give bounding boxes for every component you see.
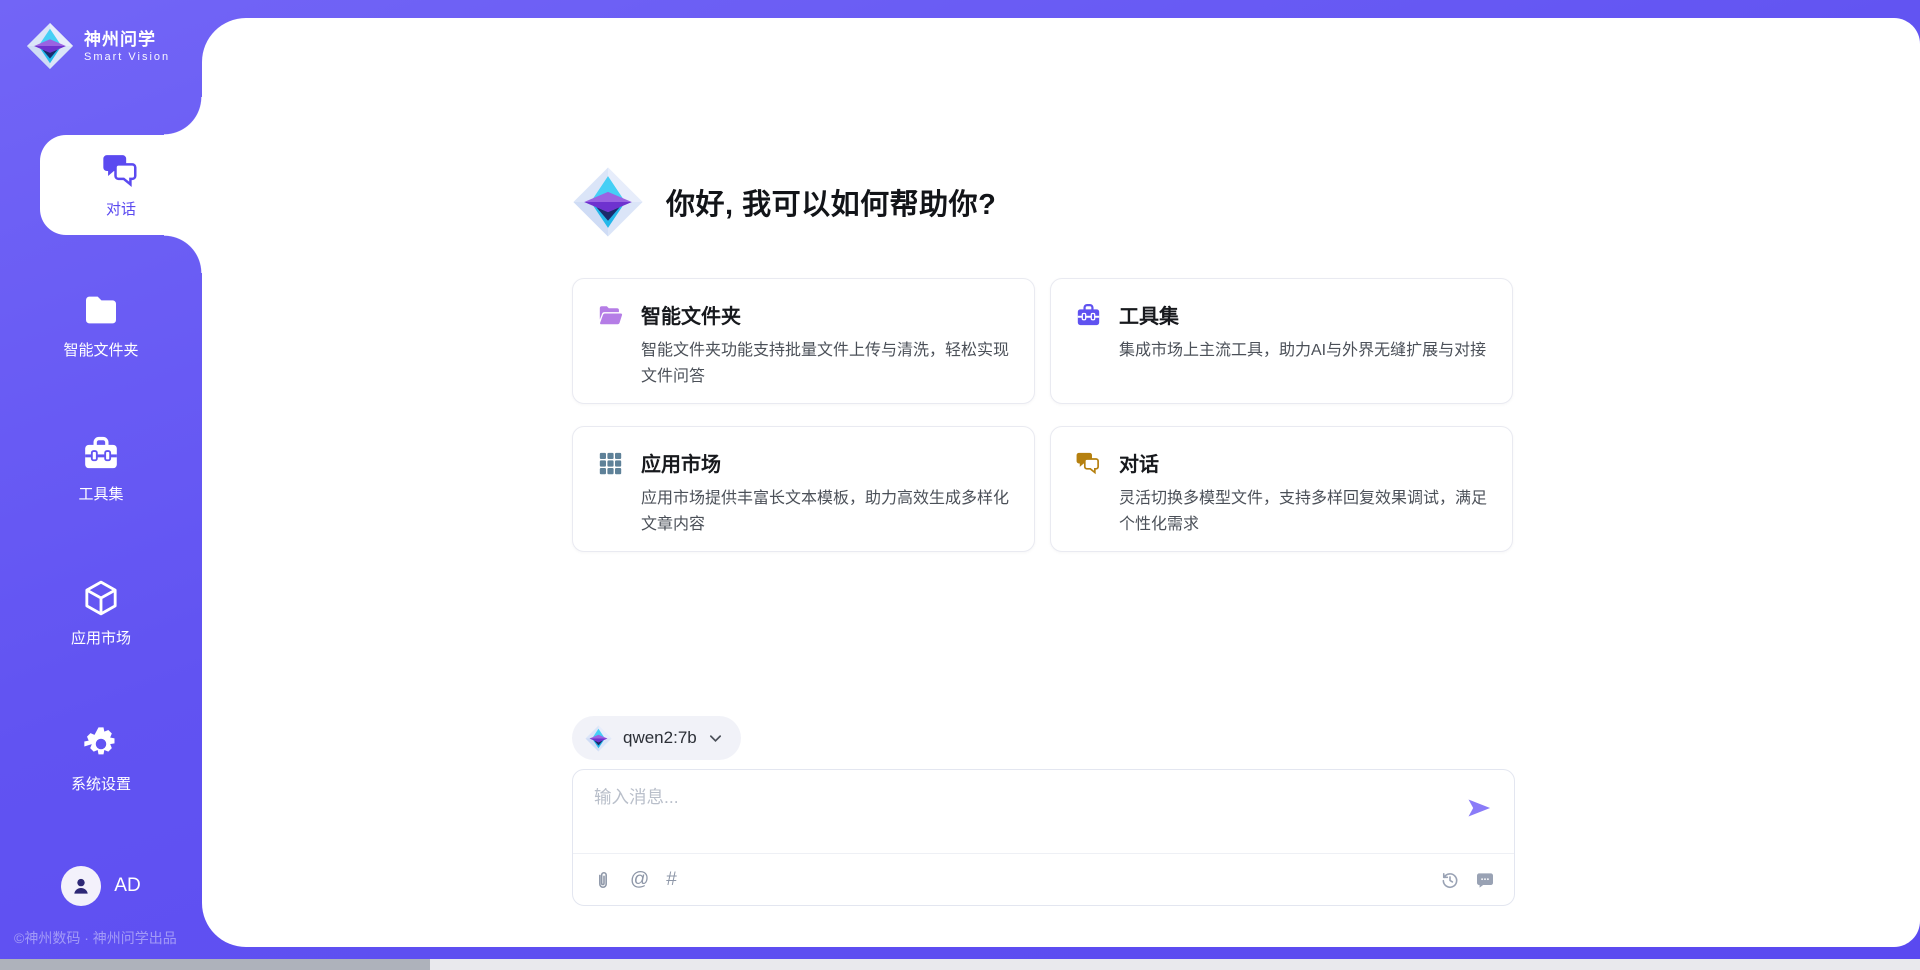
chat-bubbles-icon	[1075, 450, 1102, 477]
brand-name: 神州问学	[84, 29, 170, 50]
sidebar-item-label: 系统设置	[71, 773, 131, 794]
brand-subtitle: Smart Vision	[84, 51, 170, 63]
sidebar-item-app-market[interactable]: 应用市场	[0, 578, 202, 648]
person-icon	[69, 874, 93, 898]
attachment-icon[interactable]	[593, 870, 613, 890]
greeting-text: 你好, 我可以如何帮助你?	[666, 181, 996, 223]
card-description: 灵活切换多模型文件，支持多样回复效果调试，满足个性化需求	[1119, 486, 1488, 538]
hashtag-icon[interactable]: #	[666, 870, 677, 890]
assistant-diamond-icon	[572, 166, 644, 238]
sidebar: 神州问学 Smart Vision 对话 智能文件夹 工具集 应用市场 系统设置	[0, 0, 202, 970]
card-description: 智能文件夹功能支持批量文件上传与清洗，轻松实现文件问答	[641, 338, 1010, 390]
sidebar-item-label: 工具集	[78, 483, 123, 504]
message-composer: @ #	[572, 769, 1515, 906]
brand-diamond-icon	[26, 22, 74, 70]
app-window: 神州问学 Smart Vision 对话 智能文件夹 工具集 应用市场 系统设置	[0, 0, 1920, 970]
model-diamond-icon	[585, 725, 612, 752]
sidebar-item-label: 智能文件夹	[63, 339, 138, 360]
send-icon[interactable]	[1465, 794, 1493, 822]
toolbox-icon	[1075, 302, 1102, 329]
gear-icon	[81, 724, 121, 764]
message-input[interactable]	[594, 784, 1414, 844]
app-grid-icon	[597, 450, 624, 477]
card-title: 智能文件夹	[641, 300, 1010, 329]
model-name: qwen2:7b	[623, 728, 697, 748]
copyright-footer: ©神州数码 · 神州问学出品	[14, 928, 177, 948]
folder-open-icon	[597, 302, 624, 329]
conversation-icon[interactable]	[1475, 870, 1495, 890]
card-toolset[interactable]: 工具集 集成市场上主流工具，助力AI与外界无缝扩展与对接	[1050, 278, 1513, 404]
greeting-block: 你好, 我可以如何帮助你?	[572, 166, 1515, 238]
chevron-down-icon	[708, 731, 723, 746]
toolbox-icon	[81, 434, 121, 474]
card-description: 应用市场提供丰富长文本模板，助力高效生成多样化文章内容	[641, 486, 1010, 538]
card-smart-folder[interactable]: 智能文件夹 智能文件夹功能支持批量文件上传与清洗，轻松实现文件问答	[572, 278, 1035, 404]
sidebar-item-label: 对话	[106, 198, 136, 219]
user-account[interactable]: AD	[0, 866, 202, 906]
sidebar-item-smart-folder[interactable]: 智能文件夹	[0, 290, 202, 360]
horizontal-scrollbar[interactable]	[0, 959, 1920, 970]
card-title: 对话	[1119, 448, 1488, 477]
scrollbar-thumb[interactable]	[0, 959, 430, 970]
folder-icon	[81, 290, 121, 330]
sidebar-item-chat[interactable]: 对话	[40, 135, 202, 235]
brand-logo: 神州问学 Smart Vision	[26, 22, 170, 70]
sidebar-item-label: 应用市场	[71, 627, 131, 648]
history-icon[interactable]	[1440, 870, 1460, 890]
cube-icon	[81, 578, 121, 618]
card-app-market[interactable]: 应用市场 应用市场提供丰富长文本模板，助力高效生成多样化文章内容	[572, 426, 1035, 552]
sidebar-item-settings[interactable]: 系统设置	[0, 724, 202, 794]
chat-bubbles-icon	[101, 151, 141, 191]
feature-cards: 智能文件夹 智能文件夹功能支持批量文件上传与清洗，轻松实现文件问答 工具集 集成…	[572, 278, 1515, 552]
avatar	[61, 866, 101, 906]
mention-icon[interactable]: @	[630, 870, 649, 890]
sidebar-item-toolset[interactable]: 工具集	[0, 434, 202, 504]
main-panel: 你好, 我可以如何帮助你? 智能文件夹 智能文件夹功能支持批量文件上传与清洗，轻…	[202, 18, 1920, 947]
model-selector[interactable]: qwen2:7b	[572, 716, 741, 760]
card-title: 工具集	[1119, 300, 1488, 329]
card-title: 应用市场	[641, 448, 1010, 477]
card-description: 集成市场上主流工具，助力AI与外界无缝扩展与对接	[1119, 338, 1488, 364]
user-initials: AD	[114, 875, 140, 897]
card-chat[interactable]: 对话 灵活切换多模型文件，支持多样回复效果调试，满足个性化需求	[1050, 426, 1513, 552]
